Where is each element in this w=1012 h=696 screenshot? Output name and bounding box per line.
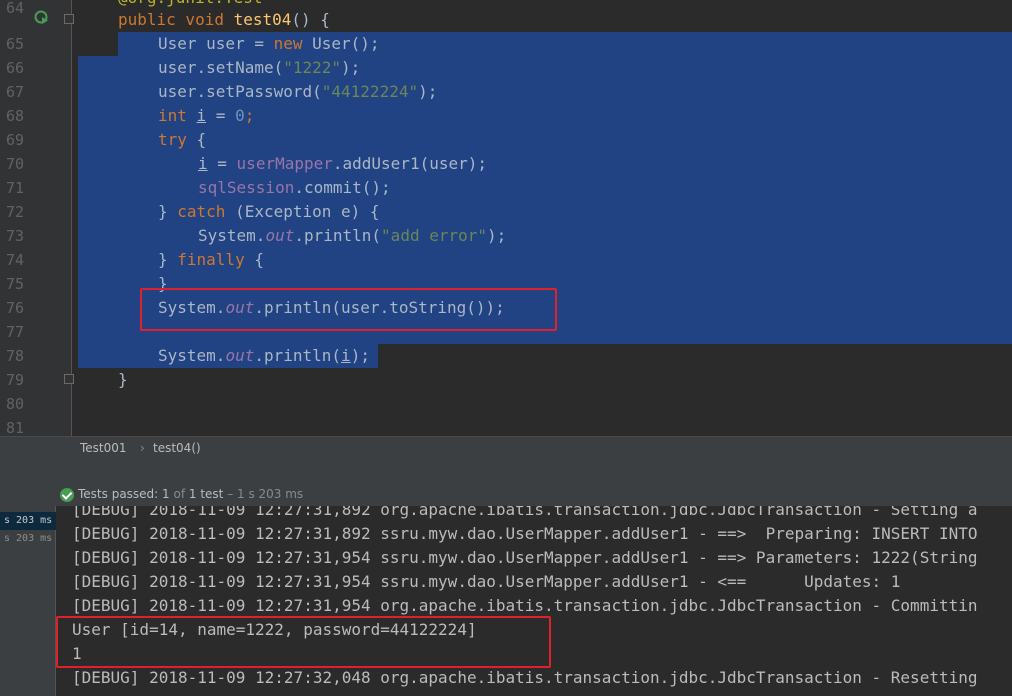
console-line: [DEBUG] 2018-11-09 12:27:31,954 ssru.myw… <box>72 548 978 567</box>
code-line: sqlSession.commit(); <box>198 178 391 197</box>
line-number: 67 <box>5 83 24 101</box>
code-line: } finally { <box>158 250 264 269</box>
line-number: 65 <box>5 35 24 53</box>
line-number: 71 <box>5 179 24 197</box>
code-line: try { <box>158 130 207 149</box>
code-line: } <box>118 370 128 389</box>
code-line: System.out.println("add error"); <box>198 226 507 245</box>
breadcrumb-method[interactable]: test04() <box>153 441 201 455</box>
line-number: 78 <box>5 347 24 365</box>
code-line: user.setPassword("44122224"); <box>158 82 438 101</box>
console-line: [DEBUG] 2018-11-09 12:27:31,954 org.apac… <box>72 596 978 615</box>
console-line: [DEBUG] 2018-11-09 12:27:31,954 ssru.myw… <box>72 572 901 591</box>
code-editor[interactable]: 64 65 66 67 68 69 70 71 72 73 74 75 76 7… <box>0 0 1012 436</box>
line-number: 76 <box>5 299 24 317</box>
code-line: i = userMapper.addUser1(user); <box>198 154 487 173</box>
line-number: 75 <box>5 275 24 293</box>
highlight-box <box>140 288 557 331</box>
code-line: user.setName("1222"); <box>158 58 361 77</box>
breadcrumb-class[interactable]: Test001 <box>80 441 127 455</box>
code-line: public void test04() { <box>118 10 330 29</box>
line-gutter: 64 65 66 67 68 69 70 71 72 73 74 75 76 7… <box>0 0 74 436</box>
code-line: } catch (Exception e) { <box>158 202 380 221</box>
line-number: 70 <box>5 155 24 173</box>
test-tree-item[interactable]: s 203 ms <box>0 530 56 548</box>
code-line: System.out.println(i); <box>158 346 370 365</box>
line-number: 69 <box>5 131 24 149</box>
code-line: User user = new User(); <box>158 34 380 53</box>
fold-icon[interactable] <box>64 14 74 24</box>
test-status-bar: Tests passed: 1 of 1 test – 1 s 203 ms <box>0 484 1012 506</box>
line-number: 66 <box>5 59 24 77</box>
line-number: 72 <box>5 203 24 221</box>
console-line: [DEBUG] 2018-11-09 12:27:32,048 org.apac… <box>72 668 978 687</box>
line-number: 74 <box>5 251 24 269</box>
test-tree-item[interactable]: s 203 ms <box>0 512 56 530</box>
line-number: 64 <box>5 0 24 17</box>
run-test-icon[interactable] <box>34 10 50 26</box>
chevron-right-icon: › <box>140 441 145 455</box>
console-output[interactable]: [DEBUG] 2018-11-09 12:27:31,892 org.apac… <box>56 506 1012 696</box>
console-line: [DEBUG] 2018-11-09 12:27:31,892 org.apac… <box>72 506 978 519</box>
panel-divider[interactable] <box>0 460 1012 484</box>
breadcrumb: Test001 › test04() <box>0 436 1012 460</box>
run-tool-window: Tests passed: 1 of 1 test – 1 s 203 ms s… <box>0 484 1012 696</box>
highlight-box <box>56 616 551 668</box>
line-number: 73 <box>5 227 24 245</box>
console-line: [DEBUG] 2018-11-09 12:27:31,892 ssru.myw… <box>72 524 978 543</box>
line-number: 80 <box>5 395 24 413</box>
line-number: 79 <box>5 371 24 389</box>
test-passed-icon <box>60 488 74 502</box>
line-number: 81 <box>5 419 24 436</box>
line-number: 68 <box>5 107 24 125</box>
line-number: 77 <box>5 323 24 341</box>
code-line: int i = 0; <box>158 106 255 125</box>
test-status-text: Tests passed: 1 of 1 test – 1 s 203 ms <box>78 487 304 501</box>
test-tree: s 203 ms s 203 ms <box>0 506 56 696</box>
fold-icon[interactable] <box>64 374 74 384</box>
